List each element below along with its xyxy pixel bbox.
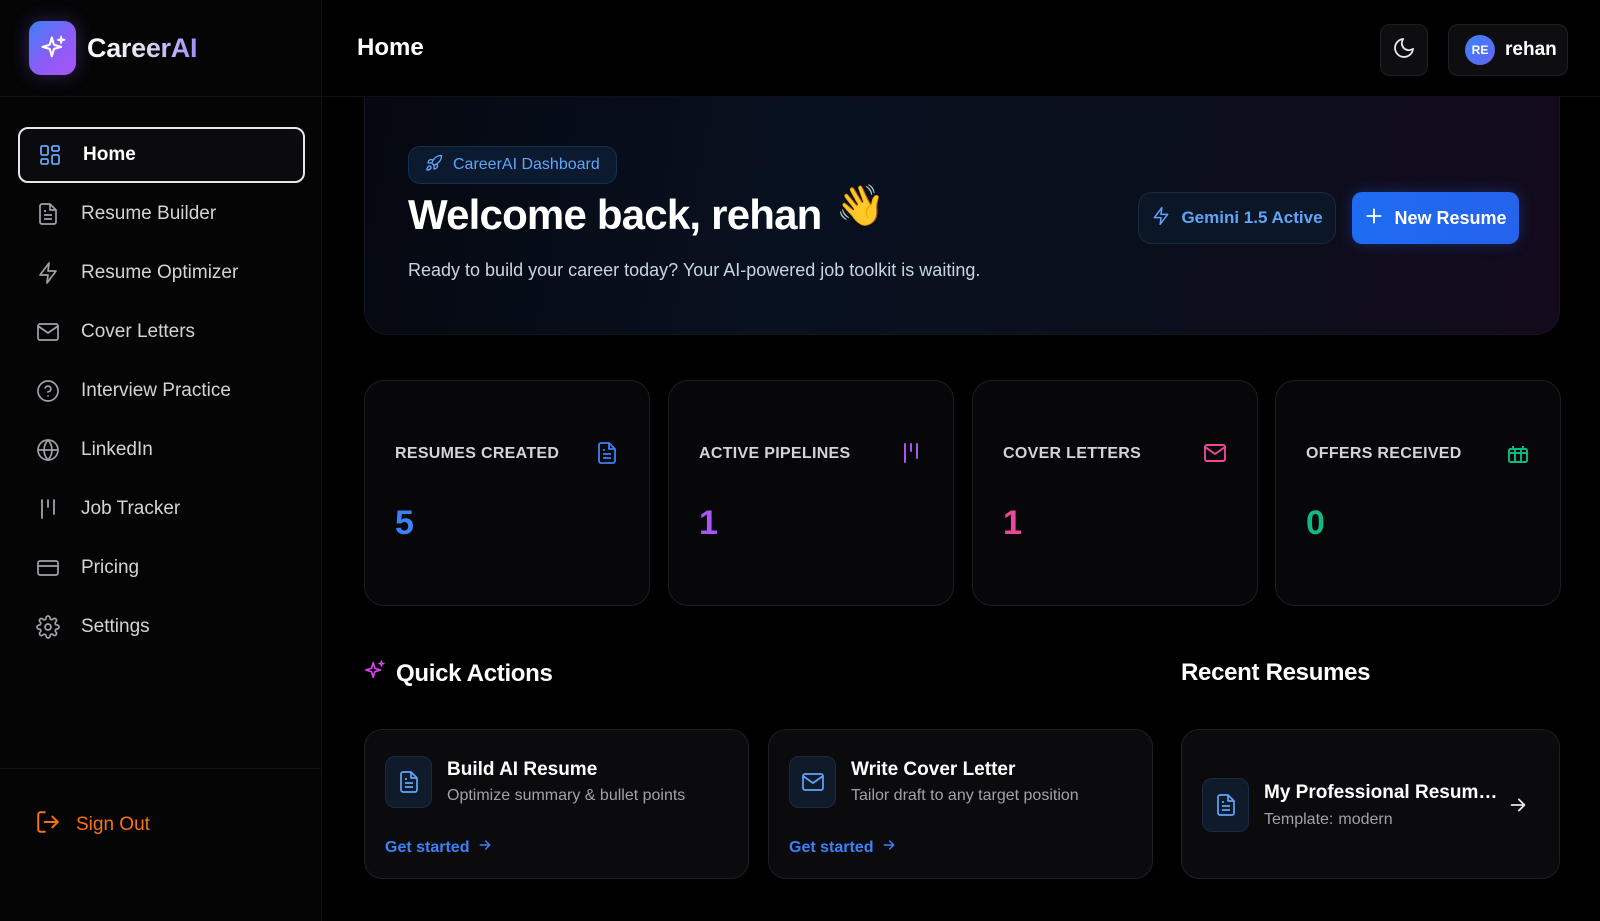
gemini-status-label: Gemini 1.5 Active bbox=[1181, 208, 1323, 227]
quick-action-description: Optimize summary & bullet points bbox=[447, 787, 686, 804]
user-name: rehan bbox=[1505, 39, 1557, 60]
stat-label: ACTIVE PIPELINES bbox=[699, 445, 851, 462]
brand-name: CareerAI bbox=[87, 32, 198, 63]
stat-label: RESUMES CREATED bbox=[395, 445, 560, 462]
welcome-text: Welcome back, rehan bbox=[408, 191, 822, 238]
sidebar-item-label: Settings bbox=[81, 616, 150, 637]
sidebar-item-interview-practice[interactable]: Interview Practice bbox=[18, 363, 305, 419]
get-started-label: Get started bbox=[789, 838, 874, 856]
new-resume-label: New Resume bbox=[1394, 207, 1507, 228]
sidebar-item-label: Resume Optimizer bbox=[81, 262, 239, 283]
recent-resume-item[interactable]: My Professional Resume (... Template: mo… bbox=[1181, 729, 1560, 879]
arrow-right-icon[interactable] bbox=[1507, 794, 1529, 821]
template-label: Template: bbox=[1264, 811, 1334, 828]
user-menu-button[interactable]: RE rehan bbox=[1448, 24, 1568, 76]
sidebar-nav: Home Resume Builder Resume Optimizer Cov… bbox=[18, 127, 305, 658]
grid-icon bbox=[37, 142, 63, 168]
arrow-right-icon bbox=[477, 837, 493, 858]
quick-action-build-ai-resume[interactable]: Build AI Resume Optimize summary & bulle… bbox=[364, 729, 749, 879]
moon-icon bbox=[1392, 36, 1416, 65]
stat-card-active-pipelines: ACTIVE PIPELINES 1 bbox=[668, 380, 954, 606]
get-started-label: Get started bbox=[385, 838, 470, 856]
recent-resume-template: Template: modern bbox=[1264, 811, 1393, 829]
sidebar-item-label: Interview Practice bbox=[81, 380, 231, 401]
stat-label: COVER LETTERS bbox=[1003, 445, 1142, 462]
globe-icon bbox=[35, 437, 61, 463]
stat-card-offers-received: OFFERS RECEIVED 0 bbox=[1275, 380, 1561, 606]
quick-action-title: Build AI Resume bbox=[447, 759, 598, 780]
waving-hand-icon: 👋 bbox=[835, 183, 886, 228]
sidebar-item-linkedin[interactable]: LinkedIn bbox=[18, 422, 305, 478]
gear-icon bbox=[35, 614, 61, 640]
stat-value: 1 bbox=[699, 504, 718, 542]
recent-resume-name: My Professional Resume (... bbox=[1264, 782, 1504, 803]
sidebar-item-pricing[interactable]: Pricing bbox=[18, 540, 305, 596]
file-text-icon bbox=[385, 756, 432, 808]
sign-out-button[interactable]: Sign Out bbox=[35, 809, 150, 841]
recent-resumes-title: Recent Resumes bbox=[1181, 659, 1371, 686]
mail-icon bbox=[35, 319, 61, 345]
dashboard-badge: CareerAI Dashboard bbox=[408, 146, 617, 184]
top-header: Home RE rehan bbox=[322, 0, 1600, 97]
sidebar-item-resume-optimizer[interactable]: Resume Optimizer bbox=[18, 245, 305, 301]
lightning-icon bbox=[1151, 206, 1171, 231]
sidebar-item-resume-builder[interactable]: Resume Builder bbox=[18, 186, 305, 242]
sidebar-item-label: Job Tracker bbox=[81, 498, 181, 519]
quick-action-write-cover-letter[interactable]: Write Cover Letter Tailor draft to any t… bbox=[768, 729, 1153, 879]
arrow-right-icon bbox=[881, 837, 897, 858]
welcome-subtitle: Ready to build your career today? Your A… bbox=[408, 260, 981, 280]
gift-icon bbox=[1506, 441, 1530, 465]
stat-value: 0 bbox=[1306, 504, 1325, 542]
stat-card-resumes-created: RESUMES CREATED 5 bbox=[364, 380, 650, 606]
get-started-link[interactable]: Get started bbox=[789, 837, 897, 858]
file-text-icon bbox=[595, 441, 619, 465]
sidebar-footer: Sign Out bbox=[0, 768, 322, 921]
welcome-heading: Welcome back, rehan 👋 bbox=[408, 184, 885, 239]
avatar: RE bbox=[1465, 35, 1495, 65]
kanban-icon bbox=[899, 441, 923, 465]
brand[interactable]: CareerAI bbox=[0, 0, 322, 97]
page-title: Home bbox=[357, 34, 424, 61]
sidebar: CareerAI Home Resume Builder Resume Opti… bbox=[0, 0, 322, 921]
help-circle-icon bbox=[35, 378, 61, 404]
quick-actions-heading: Quick Actions bbox=[364, 659, 553, 688]
stat-label: OFFERS RECEIVED bbox=[1306, 445, 1462, 462]
sign-out-label: Sign Out bbox=[76, 814, 150, 835]
credit-card-icon bbox=[35, 555, 61, 581]
sidebar-item-label: Cover Letters bbox=[81, 321, 196, 342]
sidebar-item-cover-letters[interactable]: Cover Letters bbox=[18, 304, 305, 360]
sidebar-item-job-tracker[interactable]: Job Tracker bbox=[18, 481, 305, 537]
sidebar-item-home[interactable]: Home bbox=[18, 127, 305, 183]
file-text-icon bbox=[1202, 778, 1249, 832]
dashboard-badge-label: CareerAI Dashboard bbox=[453, 156, 600, 173]
quick-action-description: Tailor draft to any target position bbox=[851, 787, 1079, 804]
mail-icon bbox=[1203, 441, 1227, 465]
kanban-icon bbox=[35, 496, 61, 522]
file-text-icon bbox=[35, 201, 61, 227]
quick-action-title: Write Cover Letter bbox=[851, 759, 1016, 780]
plus-icon bbox=[1364, 206, 1384, 231]
mail-icon bbox=[789, 756, 836, 808]
sidebar-item-settings[interactable]: Settings bbox=[18, 599, 305, 655]
theme-toggle-button[interactable] bbox=[1380, 24, 1428, 76]
sidebar-item-label: Resume Builder bbox=[81, 203, 217, 224]
stat-card-cover-letters: COVER LETTERS 1 bbox=[972, 380, 1258, 606]
stat-value: 5 bbox=[395, 504, 414, 542]
rocket-icon bbox=[425, 154, 443, 177]
lightning-icon bbox=[35, 260, 61, 286]
gemini-status-pill[interactable]: Gemini 1.5 Active bbox=[1138, 192, 1336, 244]
template-value: modern bbox=[1338, 811, 1393, 828]
app-root: CareerAI Home Resume Builder Resume Opti… bbox=[0, 0, 1600, 921]
get-started-link[interactable]: Get started bbox=[385, 837, 493, 858]
sparkles-icon bbox=[29, 21, 76, 75]
log-out-icon bbox=[35, 809, 61, 841]
sidebar-item-label: LinkedIn bbox=[81, 439, 153, 460]
new-resume-button[interactable]: New Resume bbox=[1352, 192, 1519, 244]
stat-value: 1 bbox=[1003, 504, 1022, 542]
welcome-hero: CareerAI Dashboard Welcome back, rehan 👋… bbox=[364, 97, 1560, 335]
sidebar-item-label: Pricing bbox=[81, 557, 140, 578]
quick-actions-title: Quick Actions bbox=[396, 659, 553, 687]
sparkles-icon bbox=[364, 659, 386, 688]
sidebar-item-label: Home bbox=[83, 144, 136, 165]
